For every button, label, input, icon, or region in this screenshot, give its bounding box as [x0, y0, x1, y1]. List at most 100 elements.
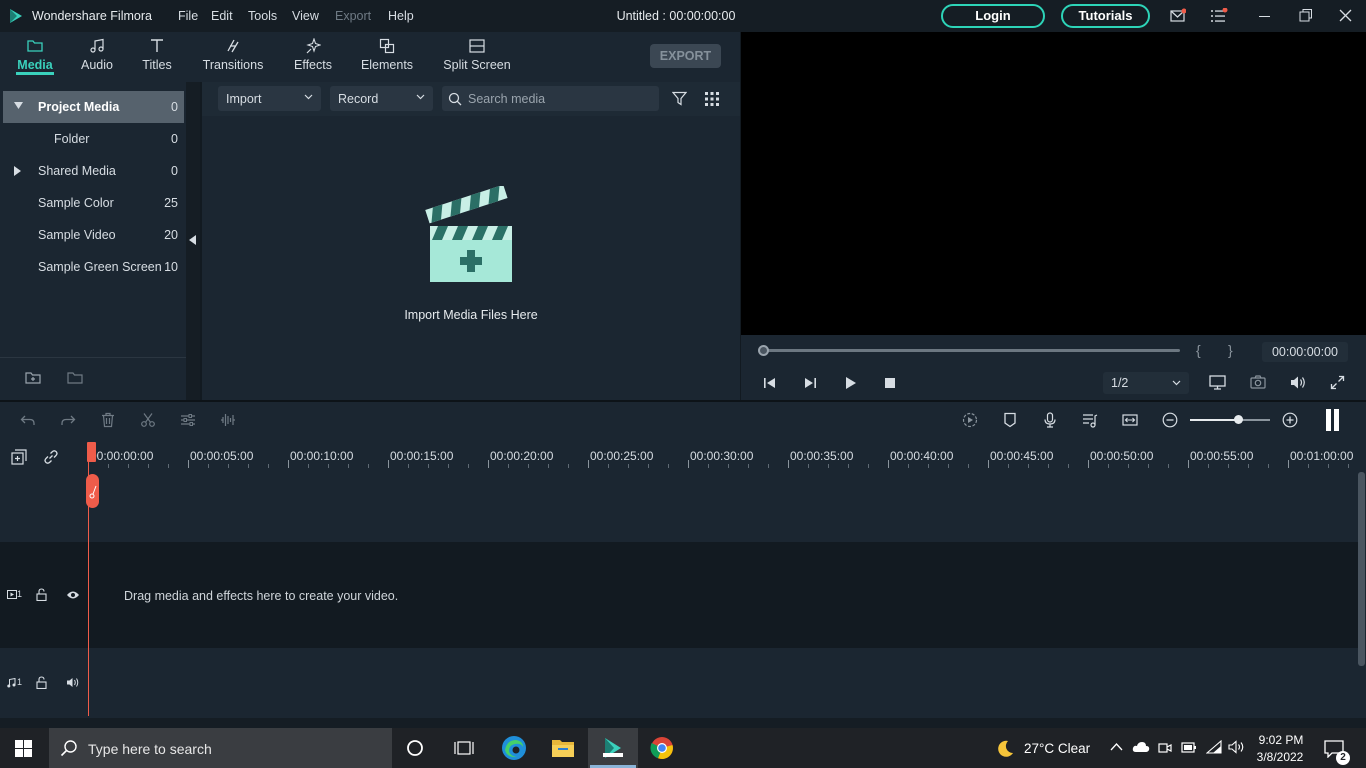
volume-icon[interactable] [1290, 375, 1306, 390]
tab-titles[interactable]: Titles [132, 32, 182, 82]
menu-view[interactable]: View [292, 9, 319, 23]
pause-bars-icon[interactable] [1325, 409, 1341, 431]
clapperboard-add-icon[interactable] [424, 186, 518, 286]
chrome-browser-icon[interactable] [650, 736, 674, 760]
export-button[interactable]: EXPORT [650, 44, 721, 68]
import-media-hint[interactable]: Import Media Files Here [370, 308, 572, 322]
minimize-icon[interactable] [1258, 8, 1272, 24]
import-dropdown[interactable]: Import [218, 86, 321, 111]
adjust-sliders-icon[interactable] [180, 412, 196, 428]
onedrive-cloud-icon[interactable] [1132, 741, 1150, 753]
tab-effects[interactable]: Effects [288, 32, 338, 82]
display-monitor-icon[interactable] [1209, 375, 1226, 390]
delete-trash-icon[interactable] [100, 412, 116, 428]
zoom-in-icon[interactable] [1282, 412, 1298, 428]
audio-waveform-icon[interactable] [220, 412, 236, 428]
speaker-icon[interactable] [66, 677, 79, 688]
library-item-folder[interactable]: Folder 0 [0, 123, 186, 155]
grid-view-icon[interactable] [705, 92, 719, 106]
collapse-arrow-icon[interactable] [189, 235, 196, 245]
zoom-slider-handle[interactable] [1234, 415, 1243, 424]
fullscreen-icon[interactable] [1330, 375, 1345, 390]
marker-icon[interactable] [1002, 412, 1018, 428]
timeline-horizontal-scrollbar[interactable] [0, 718, 1366, 728]
music-note-icon [7, 678, 16, 688]
redo-icon[interactable] [60, 412, 76, 428]
task-view-icon[interactable] [454, 739, 474, 757]
search-input[interactable] [468, 86, 653, 111]
menu-export[interactable]: Export [335, 9, 371, 23]
eye-visibility-icon[interactable] [66, 590, 80, 600]
audio-track-1[interactable] [0, 648, 1358, 718]
wifi-icon[interactable] [1206, 740, 1222, 754]
mark-in-button[interactable]: { [1196, 342, 1201, 358]
hamburger-menu-icon[interactable] [1210, 8, 1228, 24]
tutorials-button[interactable]: Tutorials [1061, 4, 1150, 28]
speaker-volume-icon[interactable] [1228, 740, 1246, 754]
step-back-icon[interactable] [763, 376, 777, 390]
zoom-out-icon[interactable] [1162, 412, 1178, 428]
lock-icon[interactable] [36, 588, 47, 601]
scrollbar-thumb[interactable] [1358, 472, 1365, 666]
library-item-project-media[interactable]: Project Media 0 [3, 91, 184, 123]
file-explorer-icon[interactable] [551, 737, 575, 759]
lock-icon[interactable] [36, 676, 47, 689]
record-dropdown[interactable]: Record [330, 86, 433, 111]
tab-elements[interactable]: Elements [358, 32, 416, 82]
snapshot-camera-icon[interactable] [1250, 375, 1266, 390]
scrubber-handle[interactable] [758, 345, 769, 356]
library-item-sample-green-screen[interactable]: Sample Green Screen 10 [0, 251, 186, 283]
clock-time[interactable]: 9:02 PM [1256, 733, 1306, 747]
mark-out-button[interactable]: } [1228, 342, 1233, 358]
search-box[interactable] [442, 86, 659, 111]
library-item-sample-color[interactable]: Sample Color 25 [0, 187, 186, 219]
undo-icon[interactable] [20, 412, 36, 428]
audio-mixer-icon[interactable] [1082, 412, 1098, 428]
weather-text[interactable]: 27°C Clear [1024, 741, 1090, 756]
meet-now-icon[interactable] [1158, 740, 1172, 755]
tab-audio[interactable]: Audio [72, 32, 122, 82]
fit-timeline-icon[interactable] [1122, 412, 1138, 428]
close-icon[interactable] [1339, 8, 1353, 24]
tab-split-screen[interactable]: Split Screen [440, 32, 514, 82]
windows-start-icon[interactable] [15, 740, 32, 757]
collapsed-triangle-icon[interactable] [14, 166, 22, 176]
audio-track-header: 1 [7, 677, 25, 689]
library-item-shared-media[interactable]: Shared Media 0 [0, 155, 186, 187]
mail-icon[interactable] [1170, 8, 1186, 24]
tab-transitions[interactable]: Transitions [200, 32, 266, 82]
clock-date[interactable]: 3/8/2022 [1252, 750, 1308, 764]
ruler-minor-tick [1128, 464, 1129, 468]
play-icon[interactable] [844, 376, 858, 390]
filmora-taskbar-icon[interactable] [601, 736, 625, 760]
folder-icon[interactable] [67, 370, 83, 386]
menu-help[interactable]: Help [388, 9, 414, 23]
login-button[interactable]: Login [941, 4, 1045, 28]
cut-scissors-icon[interactable] [140, 412, 156, 428]
preview-quality-select[interactable]: 1/2 [1103, 372, 1189, 394]
preview-scrubber[interactable] [762, 349, 1180, 352]
menu-file[interactable]: File [178, 9, 198, 23]
render-preview-icon[interactable] [962, 412, 978, 428]
link-icon[interactable] [43, 449, 59, 465]
new-folder-icon[interactable] [25, 370, 41, 386]
add-track-icon[interactable] [11, 449, 27, 465]
battery-icon[interactable] [1181, 741, 1197, 754]
chevron-up-icon[interactable] [1110, 742, 1123, 752]
step-forward-icon[interactable] [803, 376, 817, 390]
cortana-circle-icon[interactable] [406, 739, 424, 757]
split-scissors-marker[interactable] [86, 474, 99, 508]
microphone-icon[interactable] [1042, 412, 1058, 428]
playhead-handle[interactable] [87, 442, 96, 462]
timeline-empty-area[interactable] [0, 470, 1358, 542]
menu-edit[interactable]: Edit [211, 9, 233, 23]
filter-icon[interactable] [672, 91, 687, 106]
edge-browser-icon[interactable] [501, 735, 527, 761]
ruler-minor-tick [1068, 464, 1069, 468]
stop-icon[interactable] [884, 377, 896, 389]
taskbar-search-placeholder[interactable]: Type here to search [88, 741, 212, 757]
restore-icon[interactable] [1299, 8, 1313, 24]
menu-tools[interactable]: Tools [248, 9, 277, 23]
expanded-triangle-icon[interactable] [14, 102, 24, 110]
library-item-sample-video[interactable]: Sample Video 20 [0, 219, 186, 251]
